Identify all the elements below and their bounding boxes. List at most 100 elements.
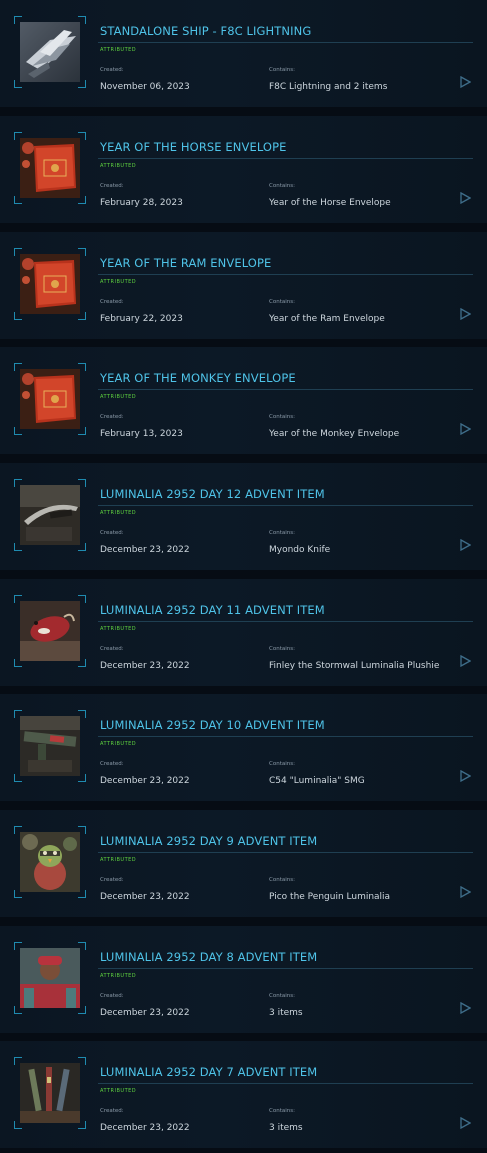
item-title[interactable]: LUMINALIA 2952 DAY 8 ADVENT ITEM: [100, 950, 317, 964]
contains-value: Year of the Horse Envelope: [269, 198, 391, 208]
plushie-thumbnail: [20, 601, 80, 661]
contains-label: Contains:: [269, 993, 295, 999]
expand-arrow-icon[interactable]: [459, 423, 471, 435]
pledge-item[interactable]: YEAR OF THE HORSE ENVELOPE ATTRIBUTED Cr…: [0, 116, 487, 223]
created-date: February 22, 2023: [100, 314, 183, 324]
created-label: Created:: [100, 67, 124, 73]
created-label: Created:: [100, 1108, 124, 1114]
item-title[interactable]: LUMINALIA 2952 DAY 12 ADVENT ITEM: [100, 487, 325, 501]
pledge-item[interactable]: YEAR OF THE RAM ENVELOPE ATTRIBUTED Crea…: [0, 232, 487, 339]
expand-arrow-icon[interactable]: [459, 770, 471, 782]
item-title[interactable]: YEAR OF THE MONKEY ENVELOPE: [100, 371, 296, 385]
penguin-thumbnail: [20, 832, 80, 892]
item-title[interactable]: YEAR OF THE HORSE ENVELOPE: [100, 140, 286, 154]
expand-arrow-icon[interactable]: [459, 76, 471, 88]
created-label: Created:: [100, 414, 124, 420]
attributed-badge: ATTRIBUTED: [100, 510, 137, 516]
pledge-item[interactable]: LUMINALIA 2952 DAY 12 ADVENT ITEM ATTRIB…: [0, 463, 487, 570]
pledge-item[interactable]: YEAR OF THE MONKEY ENVELOPE ATTRIBUTED C…: [0, 347, 487, 454]
contains-label: Contains:: [269, 646, 295, 652]
pledge-list: STANDALONE SHIP - F8C LIGHTNING ATTRIBUT…: [0, 0, 487, 1153]
contains-value: Pico the Penguin Luminalia: [269, 892, 391, 902]
pledge-item[interactable]: LUMINALIA 2952 DAY 10 ADVENT ITEM ATTRIB…: [0, 694, 487, 801]
contains-label: Contains:: [269, 299, 295, 305]
created-label: Created:: [100, 530, 124, 536]
title-divider: [98, 274, 473, 275]
thumbnail-frame: [14, 710, 86, 782]
item-title[interactable]: YEAR OF THE RAM ENVELOPE: [100, 256, 271, 270]
contains-value: Finley the Stormwal Luminalia Plushie: [269, 661, 440, 671]
created-label: Created:: [100, 646, 124, 652]
thumbnail-frame: [14, 132, 86, 204]
item-title[interactable]: STANDALONE SHIP - F8C LIGHTNING: [100, 24, 311, 38]
expand-arrow-icon[interactable]: [459, 1002, 471, 1014]
red-envelope-thumbnail: [20, 369, 80, 429]
created-label: Created:: [100, 877, 124, 883]
title-divider: [98, 1083, 473, 1084]
red-envelope-thumbnail: [20, 254, 80, 314]
ship-thumbnail: [20, 22, 80, 82]
attributed-badge: ATTRIBUTED: [100, 857, 137, 863]
weapons-thumbnail: [20, 1063, 80, 1123]
contains-label: Contains:: [269, 67, 295, 73]
thumbnail-frame: [14, 826, 86, 898]
title-divider: [98, 968, 473, 969]
expand-arrow-icon[interactable]: [459, 192, 471, 204]
created-date: December 23, 2022: [100, 776, 190, 786]
contains-label: Contains:: [269, 877, 295, 883]
item-title[interactable]: LUMINALIA 2952 DAY 10 ADVENT ITEM: [100, 718, 325, 732]
created-label: Created:: [100, 183, 124, 189]
title-divider: [98, 736, 473, 737]
pledge-item[interactable]: LUMINALIA 2952 DAY 9 ADVENT ITEM ATTRIBU…: [0, 810, 487, 917]
title-divider: [98, 505, 473, 506]
title-divider: [98, 42, 473, 43]
attributed-badge: ATTRIBUTED: [100, 394, 137, 400]
contains-label: Contains:: [269, 414, 295, 420]
red-envelope-thumbnail: [20, 138, 80, 198]
attributed-badge: ATTRIBUTED: [100, 626, 137, 632]
attributed-badge: ATTRIBUTED: [100, 741, 137, 747]
pledge-item[interactable]: STANDALONE SHIP - F8C LIGHTNING ATTRIBUT…: [0, 0, 487, 107]
created-date: December 23, 2022: [100, 892, 190, 902]
contains-value: 3 items: [269, 1123, 303, 1133]
pledge-item[interactable]: LUMINALIA 2952 DAY 11 ADVENT ITEM ATTRIB…: [0, 579, 487, 686]
title-divider: [98, 389, 473, 390]
pledge-item[interactable]: LUMINALIA 2952 DAY 7 ADVENT ITEM ATTRIBU…: [0, 1041, 487, 1148]
title-divider: [98, 158, 473, 159]
created-date: December 23, 2022: [100, 545, 190, 555]
expand-arrow-icon[interactable]: [459, 655, 471, 667]
item-title[interactable]: LUMINALIA 2952 DAY 9 ADVENT ITEM: [100, 834, 317, 848]
item-title[interactable]: LUMINALIA 2952 DAY 7 ADVENT ITEM: [100, 1065, 317, 1079]
created-date: February 28, 2023: [100, 198, 183, 208]
item-title[interactable]: LUMINALIA 2952 DAY 11 ADVENT ITEM: [100, 603, 325, 617]
expand-arrow-icon[interactable]: [459, 539, 471, 551]
contains-value: F8C Lightning and 2 items: [269, 82, 388, 92]
expand-arrow-icon[interactable]: [459, 308, 471, 320]
contains-value: C54 "Luminalia" SMG: [269, 776, 365, 786]
contains-label: Contains:: [269, 1108, 295, 1114]
contains-label: Contains:: [269, 530, 295, 536]
knife-thumbnail: [20, 485, 80, 545]
contains-value: 3 items: [269, 1008, 303, 1018]
created-date: December 23, 2022: [100, 1008, 190, 1018]
pledge-item[interactable]: LUMINALIA 2952 DAY 8 ADVENT ITEM ATTRIBU…: [0, 926, 487, 1033]
outfit-thumbnail: [20, 948, 80, 1008]
created-date: February 13, 2023: [100, 429, 183, 439]
contains-value: Year of the Ram Envelope: [269, 314, 385, 324]
thumbnail-frame: [14, 16, 86, 88]
attributed-badge: ATTRIBUTED: [100, 973, 137, 979]
created-date: November 06, 2023: [100, 82, 190, 92]
thumbnail-frame: [14, 363, 86, 435]
contains-value: Myondo Knife: [269, 545, 331, 555]
expand-arrow-icon[interactable]: [459, 886, 471, 898]
created-label: Created:: [100, 761, 124, 767]
contains-label: Contains:: [269, 761, 295, 767]
expand-arrow-icon[interactable]: [459, 1117, 471, 1129]
thumbnail-frame: [14, 1057, 86, 1129]
thumbnail-frame: [14, 595, 86, 667]
contains-value: Year of the Monkey Envelope: [269, 429, 400, 439]
attributed-badge: ATTRIBUTED: [100, 47, 137, 53]
created-label: Created:: [100, 299, 124, 305]
created-date: December 23, 2022: [100, 1123, 190, 1133]
thumbnail-frame: [14, 248, 86, 320]
